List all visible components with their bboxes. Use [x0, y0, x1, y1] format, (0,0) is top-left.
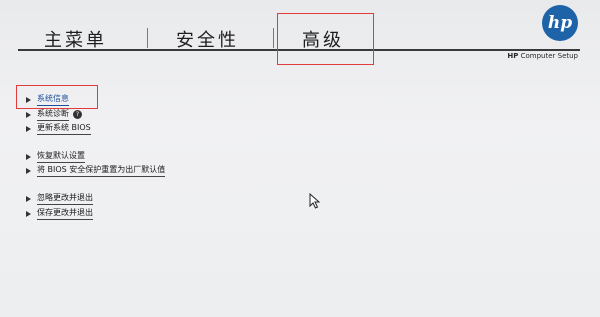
logo-text: hp	[547, 13, 573, 33]
arrow-right-icon	[26, 195, 31, 202]
hp-logo-icon: hp	[542, 5, 578, 41]
mouse-cursor-icon	[309, 193, 321, 209]
arrow-right-icon	[26, 153, 31, 160]
menu-item-discard-exit[interactable]: 忽略更改并退出	[26, 192, 93, 205]
subtitle-brand: HP	[507, 52, 519, 60]
arrow-right-icon	[26, 210, 31, 217]
app-subtitle: HP Computer Setup	[507, 52, 578, 60]
menu-item-update-bios[interactable]: 更新系统 BIOS	[26, 122, 91, 135]
arrow-right-icon	[26, 96, 31, 103]
arrow-right-icon	[26, 111, 31, 118]
menu-item-restore-defaults[interactable]: 恢复默认设置	[26, 150, 85, 163]
arrow-right-icon	[26, 167, 31, 174]
subtitle-rest: Computer Setup	[518, 52, 578, 60]
menu-item-system-info[interactable]: 系统信息	[26, 93, 69, 106]
arrow-right-icon	[26, 125, 31, 132]
tab-separator	[273, 28, 274, 48]
tab-separator	[147, 28, 148, 48]
menu-item-system-diagnostics[interactable]: 系统诊断 ?	[26, 108, 82, 121]
help-icon[interactable]: ?	[73, 110, 82, 119]
menu-item-reset-bios-security[interactable]: 将 BIOS 安全保护重置为出厂默认值	[26, 164, 166, 177]
menu-item-save-exit[interactable]: 保存更改并退出	[26, 207, 93, 220]
tab-advanced-highlight	[277, 13, 374, 65]
